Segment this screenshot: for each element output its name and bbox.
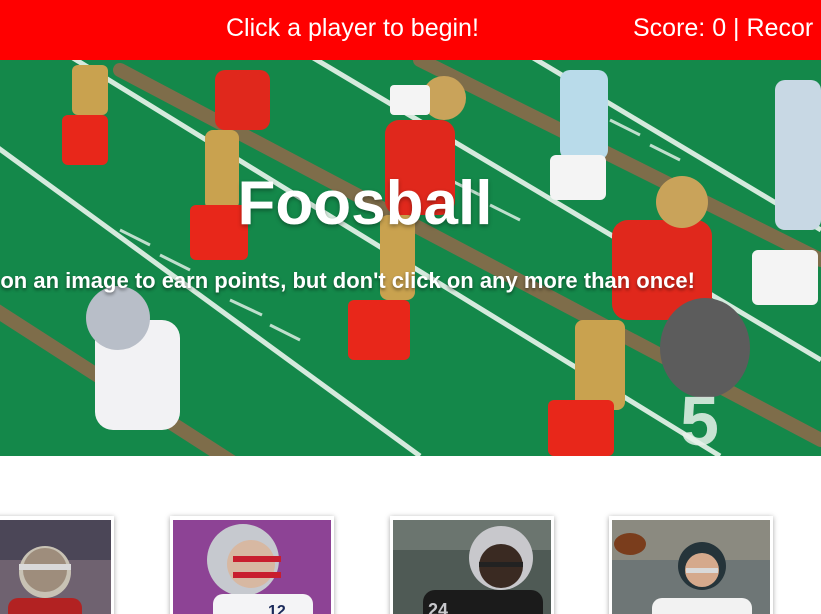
svg-text:24: 24 bbox=[428, 600, 448, 614]
instructions-text: k on an image to earn points, but don't … bbox=[0, 268, 695, 293]
foosball-field-image: 5 bbox=[0, 60, 821, 456]
player-card-raiders[interactable]: 24 bbox=[390, 516, 554, 614]
score-display: Score: 0 | Recor bbox=[633, 14, 814, 42]
player-eagles-image[interactable] bbox=[612, 520, 770, 614]
navbar: Click a player to begin! Score: 0 | Reco… bbox=[0, 0, 821, 60]
player-raiders-image[interactable]: 24 bbox=[393, 520, 551, 614]
player-49ers-image[interactable] bbox=[0, 520, 111, 614]
player-card-eagles[interactable] bbox=[609, 516, 773, 614]
player-card-49ers[interactable] bbox=[0, 516, 114, 614]
svg-text:12: 12 bbox=[268, 603, 286, 614]
player-card-patriots[interactable]: 12 bbox=[170, 516, 334, 614]
svg-text:5: 5 bbox=[680, 382, 719, 456]
status-message: Click a player to begin! bbox=[226, 14, 479, 42]
hero-banner: 5 Foosball k on an image to earn points,… bbox=[0, 60, 821, 456]
player-patriots-image[interactable]: 12 bbox=[173, 520, 331, 614]
player-card-grid: 12 24 bbox=[0, 456, 821, 614]
page-title: Foosball bbox=[237, 169, 493, 238]
